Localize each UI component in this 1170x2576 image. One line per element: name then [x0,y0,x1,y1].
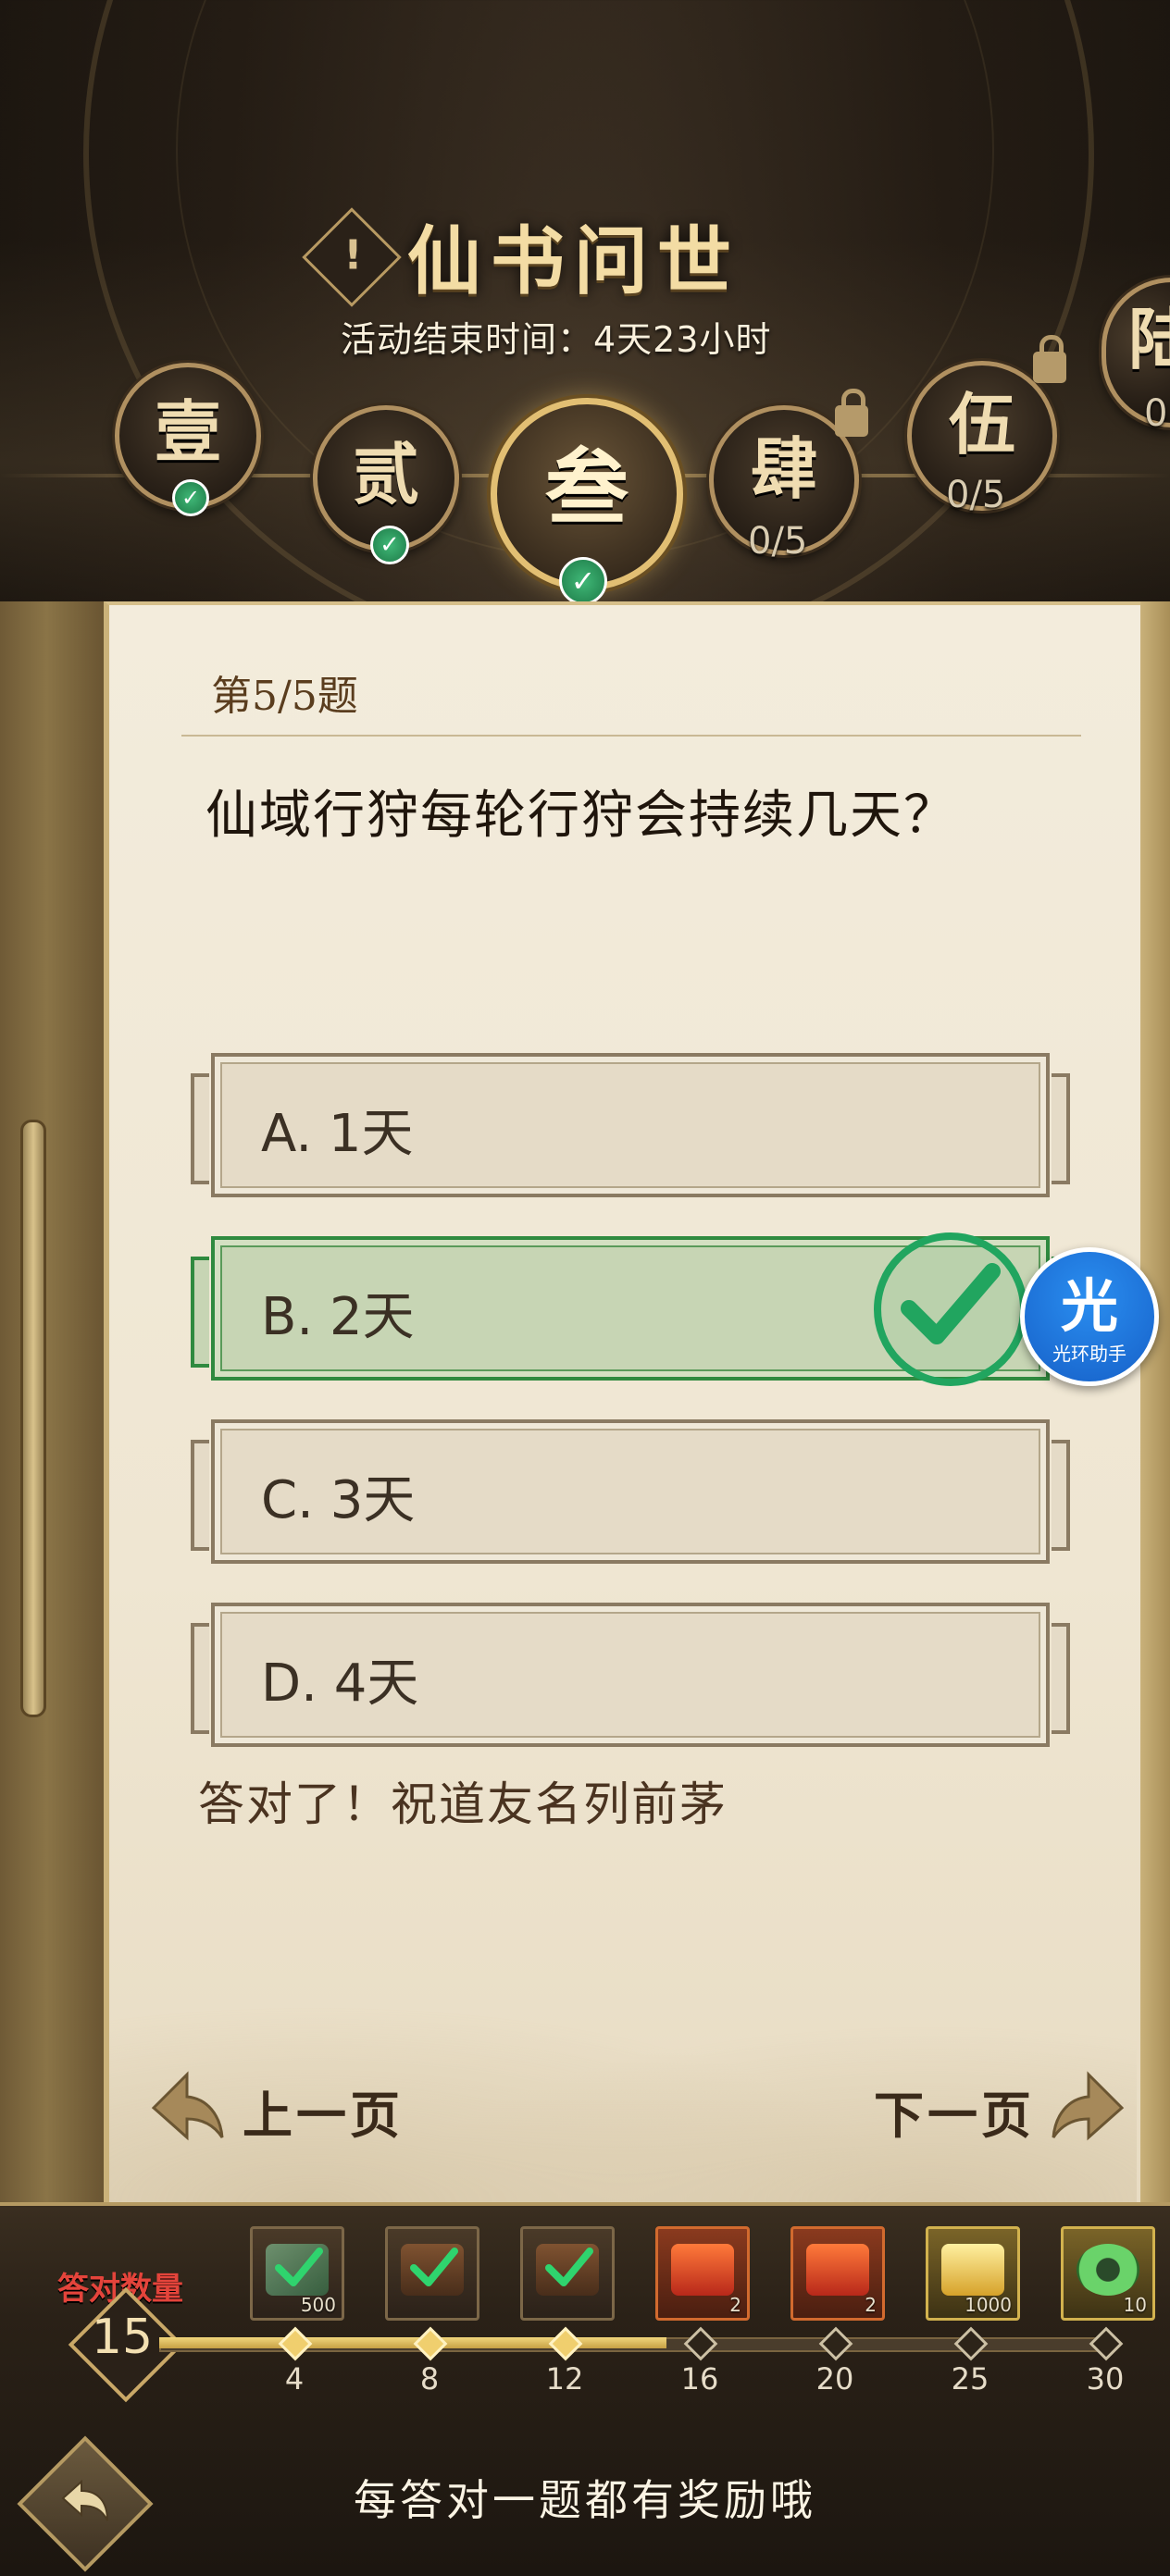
chapter-tab-label: 伍 [948,385,1015,464]
option-d[interactable]: D. 4天 [191,1603,1070,1747]
prev-page-label: 上一页 [243,2086,404,2145]
next-page-label: 下一页 [874,2086,1035,2145]
claimed-check-icon [410,2248,458,2286]
event-timer: 活动结束时间：4天23小时 [341,319,772,360]
milestone-label: 30 [1086,2361,1125,2396]
chapter-tab-label: 陆 [1128,300,1170,378]
badge-glyph: 光 [1060,1272,1118,1340]
reward-slot[interactable]: 1000 [926,2226,1020,2321]
check-icon: ✓ [370,526,409,564]
milestone-label: 12 [545,2361,584,2396]
page-title: 仙书问世 [407,217,741,304]
reward-slot[interactable]: 500 [250,2226,344,2321]
red-chest-icon [806,2244,869,2296]
check-icon: ✓ [559,557,607,605]
scrollbar[interactable] [20,1120,46,1717]
lock-icon [835,389,868,437]
reward-quantity: 1000 [965,2294,1012,2316]
chapter-tab-label: 肆 [750,429,817,508]
jade-ring-icon [1077,2244,1139,2296]
option-label: D. 4天 [261,1653,419,1714]
side-scroll-panel [0,601,107,2211]
question-text: 仙域行狩每轮行狩会持续几天？ [205,786,957,846]
correct-count: 15 [91,2310,154,2365]
option-a[interactable]: A. 1天 [191,1053,1070,1197]
milestone-label: 20 [815,2361,854,2396]
reward-quantity: 500 [300,2294,336,2316]
next-page-button[interactable]: 下一页 [874,2069,1133,2145]
chapter-progress: 0/5 [946,474,1006,516]
option-c[interactable]: C. 3天 [191,1419,1070,1564]
claimed-check-icon [275,2248,323,2286]
milestone-label: 16 [680,2361,719,2396]
milestone-label: 8 [419,2361,440,2396]
question-number: 第5/5题 [211,673,358,720]
reward-quantity: 2 [729,2294,741,2316]
quiz-card-edge [1140,601,1170,2202]
divider [181,735,1081,737]
option-label: C. 3天 [261,1470,416,1530]
badge-caption: 光环助手 [1052,1343,1126,1365]
correct-check-icon [874,1232,1027,1386]
reward-tip: 每答对一题都有奖励哦 [354,2475,816,2525]
reward-slot[interactable]: 2 [655,2226,750,2321]
chapter-progress: 0 [1144,392,1168,435]
claimed-check-icon [545,2248,593,2286]
arrow-right-icon [1052,2071,1125,2141]
lock-icon [1033,335,1066,383]
option-label: A. 1天 [261,1104,414,1164]
milestone-label: 25 [951,2361,990,2396]
answer-feedback: 答对了！祝道友名列前茅 [198,1777,728,1831]
reward-slot[interactable] [520,2226,615,2321]
chapter-progress: 0/5 [748,520,808,563]
chapter-tab-label: 叁 [545,439,629,537]
reward-quantity: 2 [865,2294,877,2316]
chapter-tab-label: 壹 [154,392,221,471]
reward-slot[interactable]: 10 [1061,2226,1155,2321]
card-background-hills [109,1925,1137,2202]
chapter-tab-label: 贰 [352,435,419,514]
overlay-assistant-badge[interactable]: 光 光环助手 [1020,1247,1159,1386]
prev-page-button[interactable]: 上一页 [150,2069,409,2145]
milestone-label: 4 [284,2361,305,2396]
gold-ingot-icon [941,2244,1004,2296]
info-icon: ! [343,231,363,279]
reward-slot[interactable] [385,2226,479,2321]
check-icon: ✓ [172,479,209,516]
reward-quantity: 10 [1123,2294,1147,2316]
arrow-left-icon [151,2071,224,2141]
red-chest-icon [671,2244,734,2296]
option-label: B. 2天 [261,1287,415,1347]
reward-slot[interactable]: 2 [790,2226,885,2321]
